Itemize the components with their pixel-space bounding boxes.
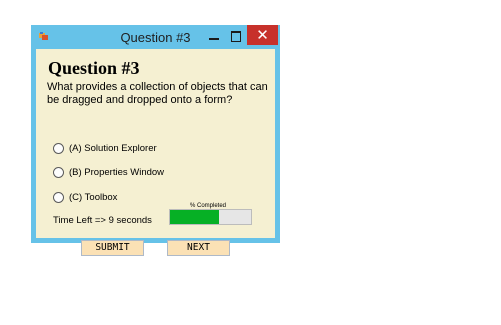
title-bar[interactable]: Question #3 ✕ bbox=[31, 25, 280, 49]
progress-fill bbox=[170, 210, 219, 224]
time-left-label: Time Left => 9 seconds bbox=[53, 215, 152, 226]
radio-button-c[interactable] bbox=[53, 192, 64, 203]
question-window: Question #3 ✕ Question #3 What provides … bbox=[31, 25, 280, 256]
form-client-area: Question #3 What provides a collection o… bbox=[36, 49, 275, 256]
question-heading: Question #3 bbox=[48, 58, 140, 78]
radio-button-b[interactable] bbox=[53, 167, 64, 178]
option-c-label: (C) Toolbox bbox=[69, 192, 118, 203]
option-b-label: (B) Properties Window bbox=[69, 167, 165, 178]
close-button[interactable]: ✕ bbox=[247, 25, 278, 45]
minimize-button[interactable] bbox=[203, 27, 225, 47]
question-text: What provides a collection of objects th… bbox=[47, 81, 268, 106]
submit-button[interactable]: SUBMIT bbox=[81, 240, 144, 256]
progress-bar bbox=[169, 209, 252, 225]
close-icon: ✕ bbox=[256, 26, 269, 44]
radio-button-a[interactable] bbox=[53, 143, 64, 154]
maximize-button[interactable] bbox=[225, 27, 247, 47]
next-button[interactable]: NEXT bbox=[167, 240, 230, 256]
option-a-label: (A) Solution Explorer bbox=[69, 143, 157, 154]
